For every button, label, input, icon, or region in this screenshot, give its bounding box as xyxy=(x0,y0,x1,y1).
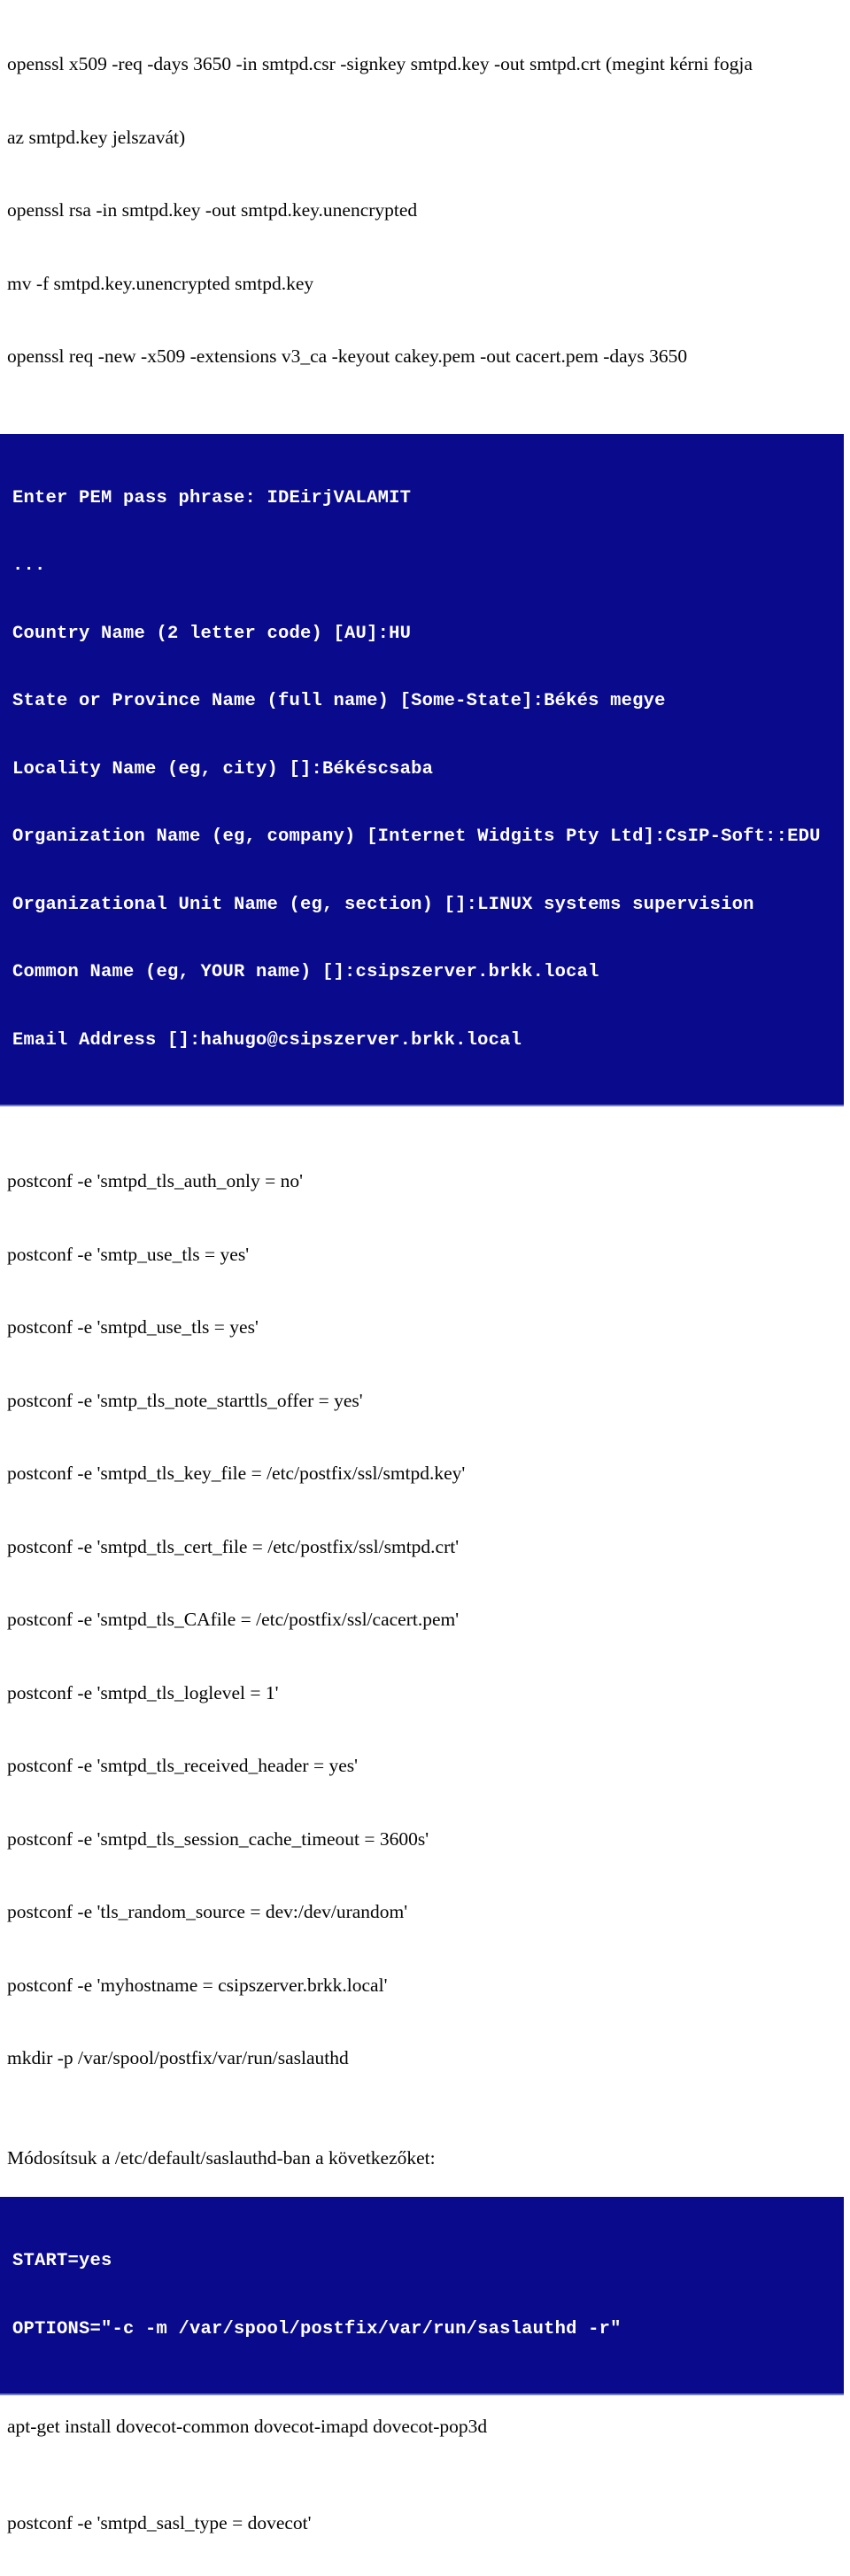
command-line: postconf -e 'smtpd_sasl_type = dovecot' xyxy=(7,2511,843,2536)
intro-commands-paragraph: openssl x509 -req -days 3650 -in smtpd.c… xyxy=(0,0,850,418)
spacer xyxy=(0,2170,850,2197)
code-line: ... xyxy=(12,555,844,578)
spacer xyxy=(0,2120,850,2146)
command-line: postconf -e 'smtp_use_tls = yes' xyxy=(7,1243,843,1268)
command-line: mkdir -p /var/spool/postfix/var/run/sasl… xyxy=(7,2046,843,2071)
code-line: Country Name (2 letter code) [AU]:HU xyxy=(12,623,844,646)
code-line: Email Address []:hahugo@csipszerver.brkk… xyxy=(12,1029,844,1052)
command-line: openssl rsa -in smtpd.key -out smtpd.key… xyxy=(7,198,843,223)
command-line: openssl req -new -x509 -extensions v3_ca… xyxy=(7,345,843,369)
command-line: postconf -e 'smtpd_use_tls = yes' xyxy=(7,1315,843,1340)
command-line: postconf -e 'tls_random_source = dev:/de… xyxy=(7,1900,843,1925)
command-line: postconf -e 'smtp_tls_note_starttls_offe… xyxy=(7,1389,843,1414)
code-line: Locality Name (eg, city) []:Békéscsaba xyxy=(12,758,844,781)
command-line: postconf -e 'smtpd_tls_session_cache_tim… xyxy=(7,1827,843,1852)
command-line: postconf -e 'smtpd_tls_received_header =… xyxy=(7,1754,843,1779)
spacer xyxy=(0,2440,850,2463)
spacer xyxy=(0,2395,850,2415)
command-line: mv -f smtpd.key.unencrypted smtpd.key xyxy=(7,272,843,297)
code-line: Common Name (eg, YOUR name) []:csipszerv… xyxy=(12,961,844,984)
command-line: postconf -e 'smtpd_tls_auth_only = no' xyxy=(7,1169,843,1194)
spacer xyxy=(0,418,850,434)
command-line: postconf -e 'smtpd_tls_key_file = /etc/p… xyxy=(7,1462,843,1486)
code-line: Organization Name (eg, company) [Interne… xyxy=(12,826,844,849)
code-line: State or Province Name (full name) [Some… xyxy=(12,690,844,713)
command-line: postconf -e 'smtpd_tls_loglevel = 1' xyxy=(7,1681,843,1706)
postconf-tls-paragraph: postconf -e 'smtpd_tls_auth_only = no' p… xyxy=(0,1121,850,2120)
pem-prompt-code-block: Enter PEM pass phrase: IDEirjVALAMIT ...… xyxy=(0,434,844,1107)
command-line: az smtpd.key jelszavát) xyxy=(7,126,843,151)
aptget-command: apt-get install dovecot-common dovecot-i… xyxy=(0,2415,850,2440)
code-line: Organizational Unit Name (eg, section) [… xyxy=(12,894,844,917)
saslauthd-instruction: Módosítsuk a /etc/default/saslauthd-ban … xyxy=(0,2146,850,2171)
command-line: postconf -e 'smtpd_tls_cert_file = /etc/… xyxy=(7,1535,843,1560)
command-line: postconf -e 'myhostname = csipszerver.br… xyxy=(7,1974,843,1998)
code-line: Enter PEM pass phrase: IDEirjVALAMIT xyxy=(12,487,844,510)
postconf-sasl-paragraph: postconf -e 'smtpd_sasl_type = dovecot' … xyxy=(0,2463,850,2576)
code-line: OPTIONS="-c -m /var/spool/postfix/var/ru… xyxy=(12,2318,844,2341)
document-page: openssl x509 -req -days 3650 -in smtpd.c… xyxy=(0,0,850,1288)
saslauthd-code-block: START=yes OPTIONS="-c -m /var/spool/post… xyxy=(0,2197,844,2395)
spacer xyxy=(0,1106,850,1121)
command-line: postconf -e 'smtpd_tls_CAfile = /etc/pos… xyxy=(7,1608,843,1633)
command-line: openssl x509 -req -days 3650 -in smtpd.c… xyxy=(7,52,843,77)
code-line: START=yes xyxy=(12,2250,844,2273)
